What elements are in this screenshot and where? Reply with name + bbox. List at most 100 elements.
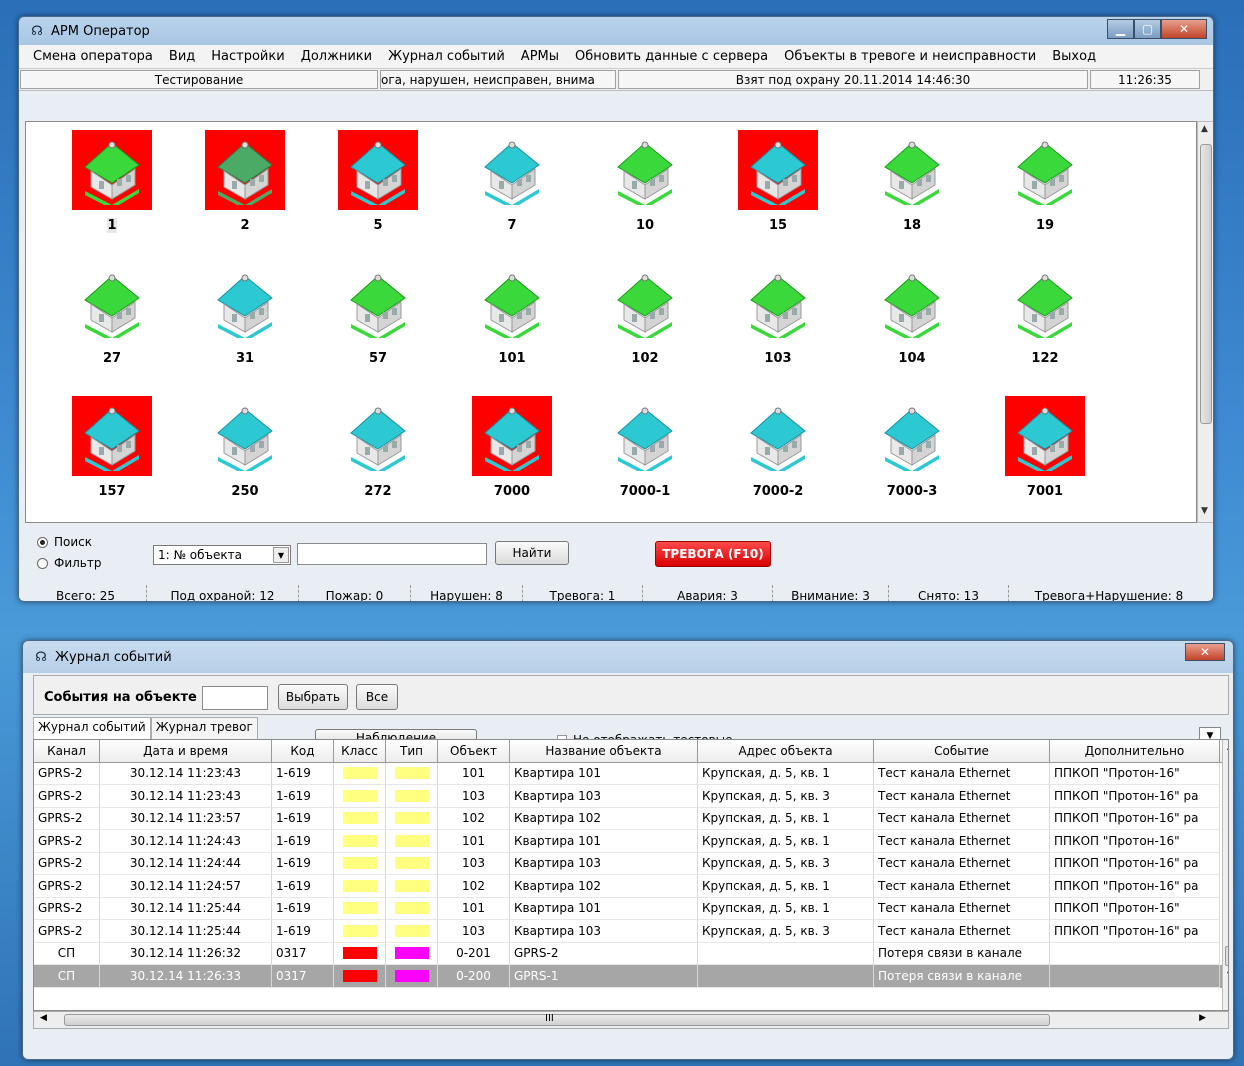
house-icon[interactable]: [72, 130, 152, 210]
house-icon[interactable]: [605, 396, 685, 476]
object-tile[interactable]: 250: [205, 396, 285, 506]
column-header[interactable]: Событие: [874, 740, 1050, 762]
house-icon[interactable]: [1005, 263, 1085, 343]
table-row[interactable]: СП 30.12.14 11:26:33 0317 0-200 GPRS-1 Потеря…: [34, 965, 1228, 988]
house-icon[interactable]: [338, 130, 418, 210]
table-hscrollbar[interactable]: ◀ III ▶: [33, 1011, 1229, 1029]
column-header[interactable]: Класс: [334, 740, 386, 762]
house-icon[interactable]: [472, 396, 552, 476]
object-tile[interactable]: 10: [605, 130, 685, 240]
house-icon[interactable]: [72, 396, 152, 476]
column-header[interactable]: Дополнительно: [1050, 740, 1220, 762]
radio-search-dot[interactable]: [37, 536, 48, 548]
object-tile[interactable]: 7000-3: [872, 396, 952, 506]
object-tile[interactable]: 7001: [1005, 396, 1085, 506]
menu-alarm-objects[interactable]: Объекты в тревоге и неисправности: [776, 49, 1044, 64]
object-tile[interactable]: 7000-2: [738, 396, 818, 506]
object-tile[interactable]: 101: [472, 263, 552, 373]
table-hscroll-thumb[interactable]: III: [64, 1013, 1050, 1026]
scroll-down-icon[interactable]: ▼: [1201, 506, 1208, 516]
object-number-input[interactable]: [202, 686, 268, 710]
house-icon[interactable]: [738, 263, 818, 343]
all-button[interactable]: Все: [356, 684, 398, 710]
minimize-button[interactable]: ▁: [1107, 19, 1134, 39]
search-field-select[interactable]: 1: № объекта ▼: [153, 545, 291, 565]
table-row[interactable]: GPRS-2 30.12.14 11:23:43 1-619 101 Квартира …: [34, 762, 1228, 785]
search-input[interactable]: [297, 543, 487, 565]
chevron-down-icon[interactable]: ▼: [273, 547, 289, 563]
table-row[interactable]: GPRS-2 30.12.14 11:25:44 1-619 101 Квартира …: [34, 897, 1228, 920]
table-row[interactable]: GPRS-2 30.12.14 11:23:43 1-619 103 Квартира …: [34, 785, 1228, 808]
journal-titlebar[interactable]: ☊ Журнал событий ✕: [23, 641, 1233, 673]
house-icon[interactable]: [338, 396, 418, 476]
table-row[interactable]: GPRS-2 30.12.14 11:24:44 1-619 103 Квартира …: [34, 852, 1228, 875]
close-button[interactable]: ✕: [1161, 19, 1207, 39]
menu-event-log[interactable]: Журнал событий: [380, 49, 513, 64]
menu-arms[interactable]: АРМы: [513, 49, 567, 64]
tab-event-log[interactable]: Журнал событий: [33, 717, 151, 739]
scroll-up-icon[interactable]: ▲: [1201, 124, 1208, 134]
object-tile[interactable]: 7000-1: [605, 396, 685, 506]
object-tile[interactable]: 57: [338, 263, 418, 373]
object-tile[interactable]: 27: [72, 263, 152, 373]
table-vscroll-thumb[interactable]: [1225, 946, 1228, 966]
object-tile[interactable]: 7: [472, 130, 552, 240]
radio-filter[interactable]: Фильтр: [37, 556, 101, 570]
column-header[interactable]: Название объекта: [510, 740, 698, 762]
house-icon[interactable]: [1005, 396, 1085, 476]
house-icon[interactable]: [472, 130, 552, 210]
object-tile[interactable]: 102: [605, 263, 685, 373]
column-header[interactable]: Объект: [438, 740, 510, 762]
select-button[interactable]: Выбрать: [278, 684, 348, 710]
column-header[interactable]: Канал: [34, 740, 100, 762]
table-row[interactable]: GPRS-2 30.12.14 11:23:57 1-619 102 Квартира …: [34, 807, 1228, 830]
house-icon[interactable]: [738, 396, 818, 476]
radio-search[interactable]: Поиск: [37, 535, 92, 549]
house-icon[interactable]: [605, 263, 685, 343]
alarm-button[interactable]: ТРЕВОГА (F10): [655, 541, 771, 567]
house-icon[interactable]: [205, 263, 285, 343]
column-header[interactable]: Тип: [386, 740, 438, 762]
object-tile[interactable]: 18: [872, 130, 952, 240]
house-icon[interactable]: [738, 130, 818, 210]
house-icon[interactable]: [472, 263, 552, 343]
scroll-down-icon[interactable]: ▼: [1227, 970, 1228, 979]
house-icon[interactable]: [1005, 130, 1085, 210]
house-icon[interactable]: [205, 396, 285, 476]
table-row[interactable]: GPRS-2 30.12.14 11:24:57 1-619 102 Квартира …: [34, 875, 1228, 898]
menu-settings[interactable]: Настройки: [203, 49, 292, 64]
tab-alarm-log[interactable]: Журнал тревог: [150, 717, 258, 739]
scroll-left-icon[interactable]: ◀: [40, 1013, 47, 1023]
menu-refresh[interactable]: Обновить данные с сервера: [567, 49, 776, 64]
menu-change-operator[interactable]: Смена оператора: [25, 49, 161, 64]
table-row[interactable]: СП 30.12.14 11:26:32 0317 0-201 GPRS-2 Потеря…: [34, 942, 1228, 965]
object-tile[interactable]: 2: [205, 130, 285, 240]
object-tile[interactable]: 122: [1005, 263, 1085, 373]
scroll-thumb[interactable]: [1200, 144, 1212, 424]
scroll-up-icon[interactable]: ▲: [1227, 742, 1228, 751]
object-tile[interactable]: 157: [72, 396, 152, 506]
object-tile[interactable]: 1: [72, 130, 152, 240]
object-tile[interactable]: 15: [738, 130, 818, 240]
object-tile[interactable]: 272: [338, 396, 418, 506]
column-header[interactable]: Дата и время: [100, 740, 272, 762]
table-vscrollbar[interactable]: ▲ ▼: [1222, 740, 1228, 1010]
column-header[interactable]: Код: [272, 740, 334, 762]
object-tile[interactable]: 103: [738, 263, 818, 373]
house-icon[interactable]: [872, 263, 952, 343]
house-icon[interactable]: [872, 396, 952, 476]
table-row[interactable]: GPRS-2 30.12.14 11:24:43 1-619 101 Квартира …: [34, 830, 1228, 853]
journal-close-button[interactable]: ✕: [1185, 643, 1225, 661]
menu-exit[interactable]: Выход: [1044, 49, 1104, 64]
objects-scrollbar[interactable]: ▲ ▼: [1197, 121, 1213, 523]
maximize-button[interactable]: ▢: [1134, 19, 1161, 39]
object-tile[interactable]: 7000: [472, 396, 552, 506]
house-icon[interactable]: [605, 130, 685, 210]
main-titlebar[interactable]: ☊ АРМ Оператор ▁ ▢ ✕: [19, 17, 1213, 45]
find-button[interactable]: Найти: [495, 541, 569, 565]
house-icon[interactable]: [338, 263, 418, 343]
object-tile[interactable]: 5: [338, 130, 418, 240]
object-tile[interactable]: 31: [205, 263, 285, 373]
menu-debtors[interactable]: Должники: [293, 49, 380, 64]
object-tile[interactable]: 104: [872, 263, 952, 373]
